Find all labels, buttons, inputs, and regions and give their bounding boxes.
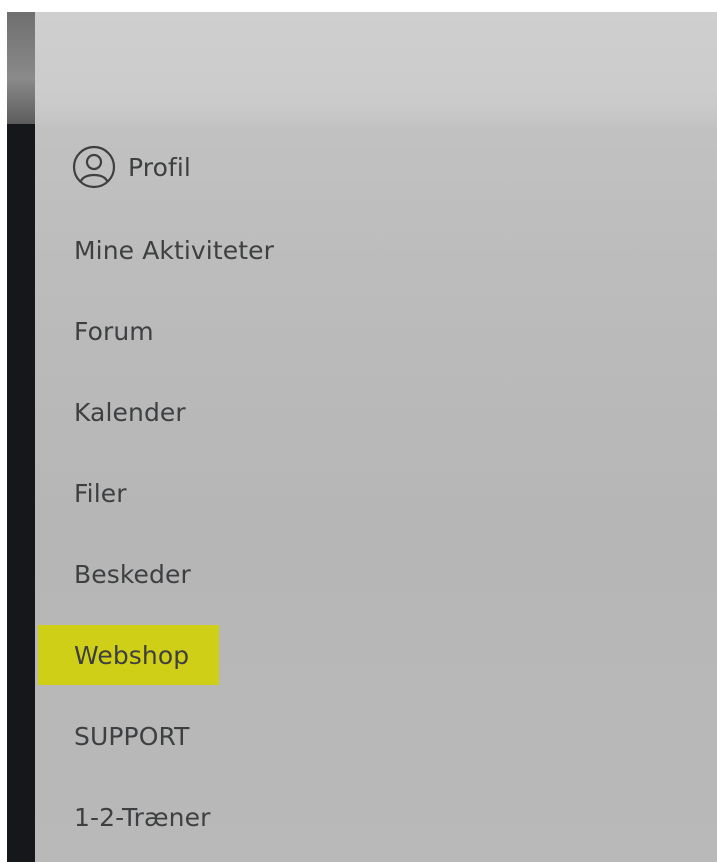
menu-item-mine-aktiviteter[interactable]: Mine Aktiviteter — [35, 210, 717, 291]
menu-item-1-2-traener[interactable]: 1-2-Træner — [35, 777, 717, 858]
menu-item-filer[interactable]: Filer — [35, 453, 717, 534]
user-circle-icon — [72, 145, 116, 189]
menu-item-webshop[interactable]: Webshop — [35, 615, 717, 696]
menu-item-label: Kalender — [74, 398, 186, 427]
side-menu: Profil Mine Aktiviteter Forum Kalender F… — [35, 12, 717, 862]
screenshot-frame: Profil Mine Aktiviteter Forum Kalender F… — [0, 0, 717, 862]
menu-item-label: Filer — [74, 479, 127, 508]
menu-item-label: Forum — [74, 317, 154, 346]
menu-item-label: Beskeder — [74, 560, 191, 589]
menu-item-label: SUPPORT — [74, 722, 190, 751]
left-edge-strip — [7, 12, 35, 862]
menu-item-label: 1-2-Træner — [74, 803, 211, 832]
menu-list: Profil Mine Aktiviteter Forum Kalender F… — [35, 124, 717, 858]
menu-header — [35, 12, 717, 124]
menu-item-kalender[interactable]: Kalender — [35, 372, 717, 453]
menu-item-label: Profil — [128, 152, 191, 182]
menu-item-beskeder[interactable]: Beskeder — [35, 534, 717, 615]
menu-item-support[interactable]: SUPPORT — [35, 696, 717, 777]
left-edge-strip-top — [7, 12, 35, 124]
menu-item-forum[interactable]: Forum — [35, 291, 717, 372]
menu-item-profil[interactable]: Profil — [35, 124, 717, 210]
menu-item-label: Webshop — [74, 641, 190, 670]
menu-item-label: Mine Aktiviteter — [74, 236, 275, 265]
